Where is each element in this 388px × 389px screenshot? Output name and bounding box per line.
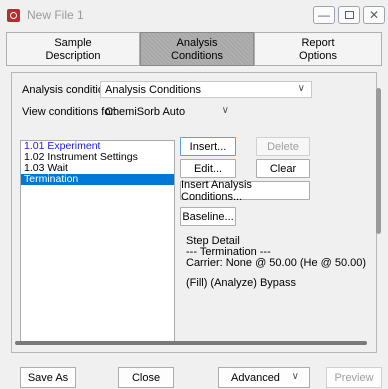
close-window-button[interactable]: ✕ [363, 6, 385, 24]
preview-button[interactable]: Preview [326, 367, 382, 388]
steps-list[interactable]: 1.01 Experiment 1.02 Instrument Settings… [20, 140, 175, 342]
advanced-label: Advanced [231, 371, 280, 384]
app-icon [7, 9, 20, 22]
save-as-button[interactable]: Save As [20, 367, 76, 388]
tab-label-line1: Sample [54, 37, 92, 49]
analysis-conditions-value: Analysis Conditions [105, 83, 201, 96]
tab-label-line2: Description [45, 50, 101, 62]
step-detail-line: Carrier: None @ 50.00 (He @ 50.00) [186, 257, 367, 269]
minimize-button[interactable]: — [313, 6, 335, 24]
view-conditions-value: ChemiSorb Auto [105, 105, 186, 118]
step-detail-line: (Fill) (Analyze) Bypass [186, 277, 297, 289]
insert-analysis-conditions-button[interactable]: Insert Analysis Conditions... [180, 179, 310, 203]
minimize-icon: — [318, 8, 330, 22]
chevron-down-icon: ∨ [297, 83, 305, 94]
analysis-conditions-combo[interactable]: Analysis Conditions ∨ [100, 81, 312, 98]
tab-analysis-conditions[interactable]: Analysis Conditions [140, 32, 254, 66]
tab-report-options[interactable]: Report Options [254, 32, 382, 66]
tab-label-line1: Analysis [176, 37, 218, 49]
vertical-scrollbar[interactable] [376, 88, 381, 234]
insert-button[interactable]: Insert... [180, 137, 236, 156]
chevron-down-icon: ∨ [221, 105, 229, 116]
edit-button[interactable]: Edit... [180, 159, 236, 178]
tab-sample-description[interactable]: Sample Description [6, 32, 140, 66]
close-icon: ✕ [368, 8, 380, 22]
delete-button[interactable]: Delete [256, 137, 310, 156]
title-bar: New File 1 — ✕ [0, 0, 388, 30]
maximize-button[interactable] [338, 6, 360, 24]
list-item-selected[interactable]: Termination [21, 174, 174, 185]
view-conditions-combo[interactable]: ChemiSorb Auto ∨ [100, 103, 236, 120]
maximize-icon [344, 11, 354, 19]
baseline-button[interactable]: Baseline... [180, 207, 236, 226]
tab-label-line2: Options [299, 50, 337, 62]
close-button[interactable]: Close [118, 367, 174, 388]
advanced-dropdown[interactable]: Advanced ∨ [218, 367, 310, 388]
horizontal-scrollbar[interactable] [15, 341, 367, 345]
tab-label-line1: Report [301, 37, 335, 49]
clear-button[interactable]: Clear [256, 159, 310, 178]
tab-label-line2: Conditions [171, 50, 223, 62]
chevron-down-icon: ∨ [291, 371, 299, 382]
window-title: New File 1 [27, 8, 84, 22]
